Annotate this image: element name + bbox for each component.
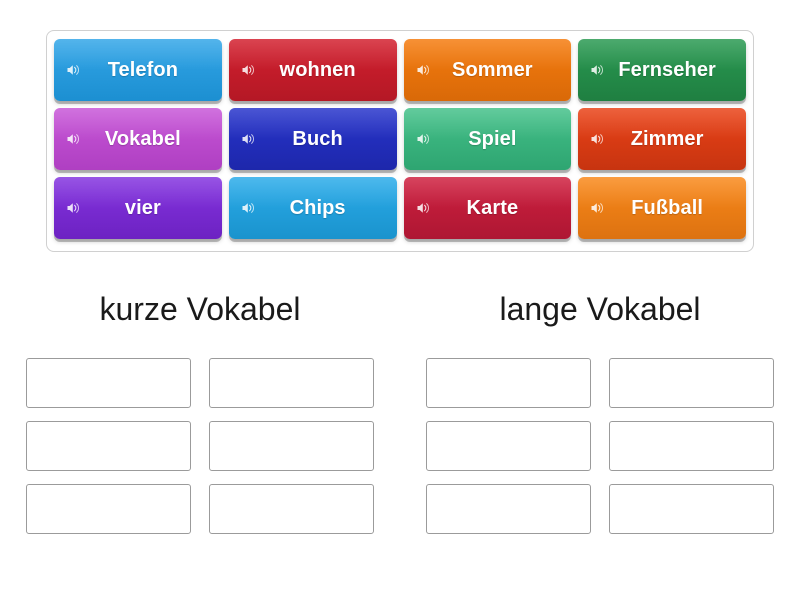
word-tile-label: Sommer [452, 58, 533, 81]
word-tile-label: Vokabel [104, 127, 181, 150]
drop-slot[interactable] [26, 421, 191, 471]
word-bank-row: Telefon wohnen Sommer Fernseher [54, 39, 746, 101]
word-tile[interactable]: Chips [228, 177, 397, 239]
word-tile[interactable]: Zimmer [578, 108, 746, 170]
speaker-icon[interactable] [66, 62, 82, 78]
word-tile-label: Chips [289, 196, 346, 219]
word-tile-label: vier [124, 196, 161, 219]
drop-slot[interactable] [609, 484, 774, 534]
category-column [400, 358, 800, 534]
word-bank-row: vier Chips Karte Fußball [54, 177, 746, 239]
word-tile-label: Buch [292, 127, 343, 150]
word-tile-label: Telefon [107, 58, 179, 81]
speaker-icon[interactable] [241, 200, 257, 216]
word-tile-label: Zimmer [630, 127, 704, 150]
drop-slot[interactable] [426, 484, 591, 534]
speaker-icon[interactable] [590, 200, 606, 216]
word-tile[interactable]: Telefon [54, 39, 222, 101]
speaker-icon[interactable] [241, 131, 257, 147]
category-headings: kurze Vokabel lange Vokabel [0, 291, 800, 328]
word-tile[interactable]: wohnen [228, 39, 397, 101]
word-tile[interactable]: Fußball [578, 177, 746, 239]
speaker-icon[interactable] [416, 62, 432, 78]
drop-area [0, 358, 800, 534]
word-tile[interactable]: vier [54, 177, 222, 239]
word-bank-container: Telefon wohnen Sommer Fernseher Vokabel Buch S… [46, 30, 754, 252]
drop-slot[interactable] [609, 421, 774, 471]
speaker-icon[interactable] [66, 131, 82, 147]
category-heading-0: kurze Vokabel [99, 291, 301, 327]
drop-slot[interactable] [426, 358, 591, 408]
drop-slot[interactable] [609, 358, 774, 408]
speaker-icon[interactable] [416, 131, 432, 147]
word-tile[interactable]: Buch [228, 108, 397, 170]
word-tile-label: wohnen [279, 58, 356, 81]
word-tile[interactable]: Spiel [403, 108, 572, 170]
speaker-icon[interactable] [241, 62, 257, 78]
word-tile[interactable]: Karte [403, 177, 572, 239]
drop-slot[interactable] [426, 421, 591, 471]
word-tile[interactable]: Vokabel [54, 108, 222, 170]
word-tile-label: Karte [466, 196, 519, 219]
word-tile[interactable]: Sommer [403, 39, 572, 101]
word-tile-label: Fußball [631, 196, 704, 219]
word-tile-label: Spiel [468, 127, 517, 150]
category-column [0, 358, 400, 534]
word-tile[interactable]: Fernseher [578, 39, 746, 101]
category-heading-1: lange Vokabel [499, 291, 701, 327]
speaker-icon[interactable] [590, 131, 606, 147]
word-bank-row: Vokabel Buch Spiel Zimmer [54, 108, 746, 170]
drop-slot[interactable] [26, 358, 191, 408]
speaker-icon[interactable] [66, 200, 82, 216]
drop-slot[interactable] [26, 484, 191, 534]
drop-slot[interactable] [209, 484, 374, 534]
drop-slot[interactable] [209, 421, 374, 471]
word-tile-label: Fernseher [618, 58, 716, 81]
drop-slot[interactable] [209, 358, 374, 408]
speaker-icon[interactable] [416, 200, 432, 216]
